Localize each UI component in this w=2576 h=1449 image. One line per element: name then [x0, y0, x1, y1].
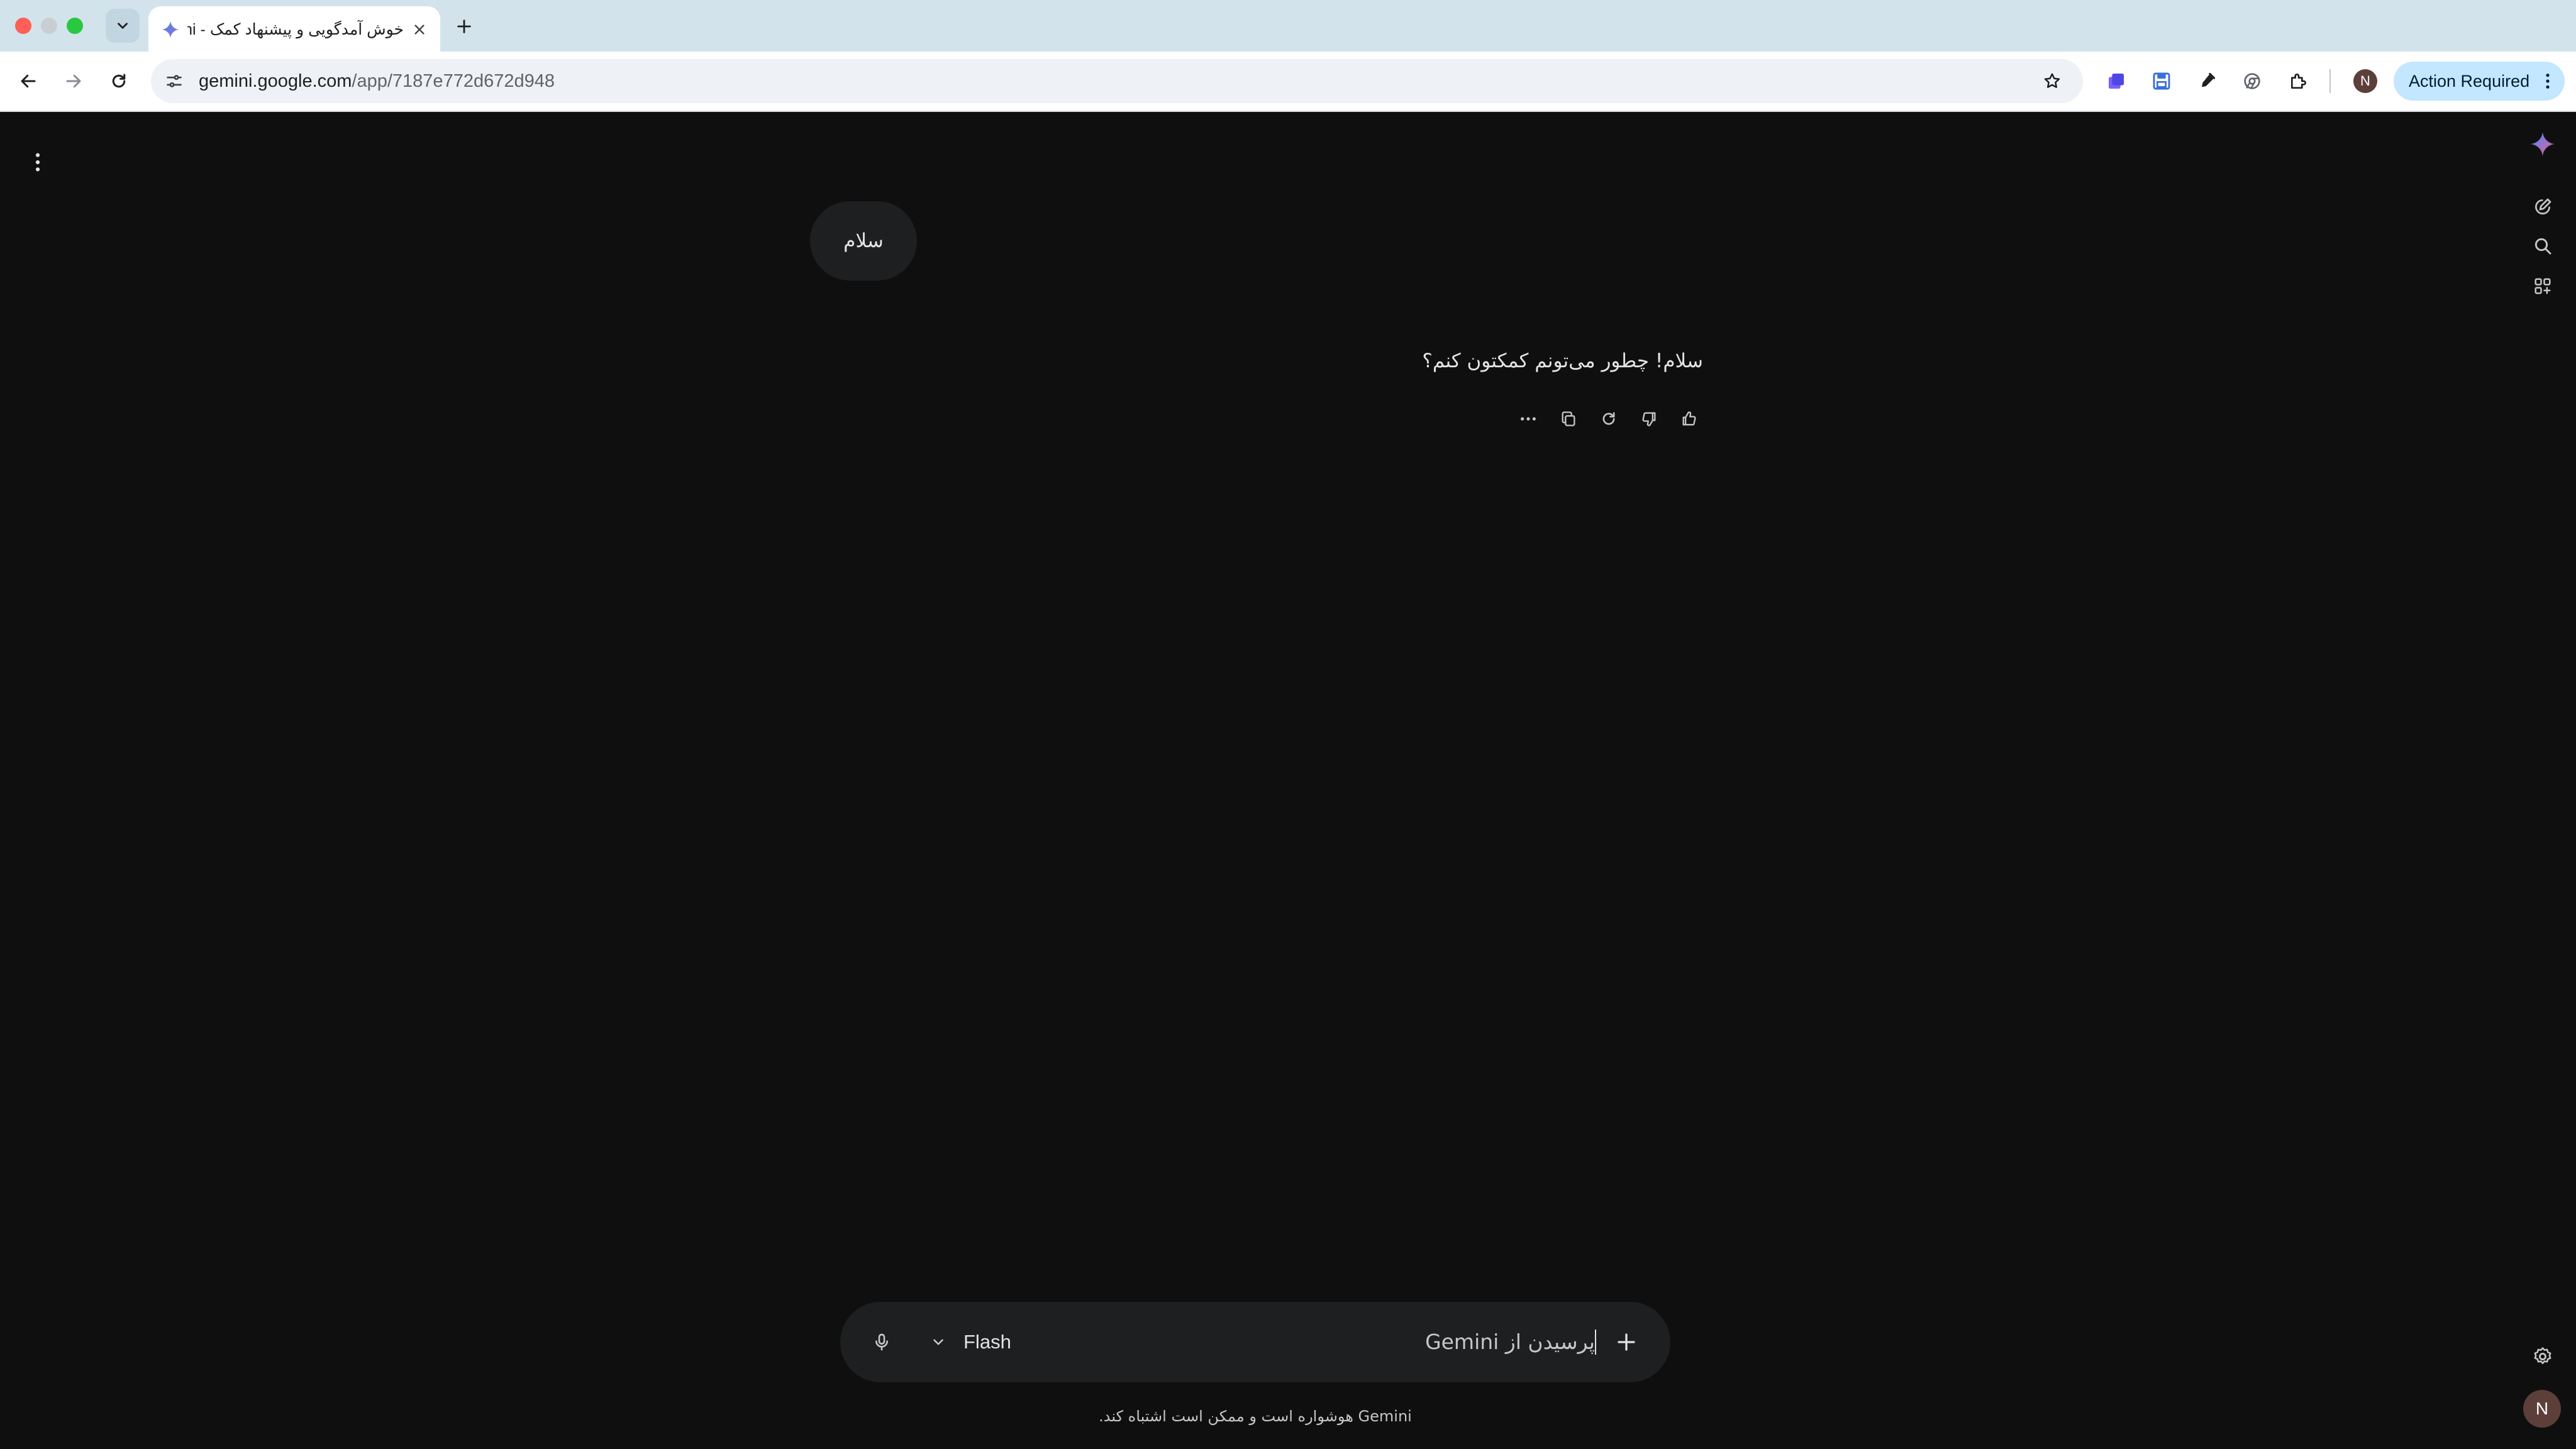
chevron-down-icon	[118, 23, 128, 29]
mic-icon	[875, 1333, 888, 1351]
bookmark-button[interactable]	[2038, 67, 2067, 96]
back-button[interactable]	[13, 65, 44, 97]
address-bar[interactable]: gemini.google.com/app/7187e772d672d948	[151, 59, 2083, 103]
gemini-favicon-icon	[162, 21, 179, 38]
forward-arrow-icon	[66, 74, 81, 88]
active-tab[interactable]: خوش آمدگویی و پیشنهاد کمک - Gemini	[148, 6, 440, 52]
main-menu-button[interactable]	[25, 137, 50, 187]
back-arrow-icon	[21, 74, 36, 88]
reload-button[interactable]	[103, 65, 135, 97]
site-info-button[interactable]	[160, 67, 189, 96]
extensions-menu-button[interactable]	[2283, 65, 2314, 97]
model-picker-label[interactable]: Flash	[963, 1327, 1011, 1357]
plus-icon	[457, 19, 471, 33]
site-info-icon	[167, 75, 182, 87]
pen-icon	[2202, 72, 2216, 87]
url-host: gemini.google.com	[199, 71, 352, 91]
action-required-label: Action Required	[2409, 71, 2530, 91]
chevron-down-icon	[933, 1339, 943, 1345]
thumb-up-icon	[1682, 411, 1696, 426]
plus-icon	[1618, 1333, 1635, 1351]
apps-icon	[2534, 278, 2551, 294]
minimize-window-button[interactable]	[41, 18, 57, 34]
model-picker-toggle[interactable]	[926, 1330, 951, 1355]
account-avatar[interactable]: N	[2523, 1390, 2561, 1428]
star-icon	[2044, 73, 2060, 88]
save-extension-button[interactable]	[2146, 65, 2177, 97]
search-icon	[2534, 238, 2551, 255]
search-button[interactable]	[2529, 233, 2556, 259]
pen-extension-button[interactable]	[2191, 65, 2223, 97]
chrome-lab-icon	[2244, 73, 2260, 89]
browser-toolbar: gemini.google.com/app/7187e772d672d948	[0, 52, 2576, 112]
profile-button[interactable]: N	[2353, 69, 2377, 93]
gemini-app: سلام سلام! چطور می‌تونم کمکتون کنم؟ Flas…	[0, 112, 2576, 1449]
gemini-logo[interactable]	[2529, 131, 2556, 157]
action-required-button[interactable]: Action Required	[2394, 62, 2565, 101]
more-vert-icon	[2546, 74, 2550, 89]
copy-button[interactable]	[1555, 405, 1582, 433]
puzzle-icon	[2291, 74, 2306, 89]
extension-icon	[2109, 74, 2124, 89]
gemini-logo-icon	[2530, 131, 2555, 157]
microphone-button[interactable]	[867, 1327, 897, 1357]
save-icon	[2153, 72, 2170, 90]
add-files-button[interactable]	[1610, 1326, 1643, 1358]
forward-button[interactable]	[58, 65, 89, 97]
more-options-button[interactable]	[1514, 405, 1542, 433]
new-chat-button[interactable]	[2529, 194, 2556, 220]
regenerate-button[interactable]	[1595, 405, 1623, 433]
apps-button[interactable]	[2529, 273, 2556, 299]
tab-strip: خوش آمدگویی و پیشنهاد کمک - Gemini	[0, 0, 2576, 52]
chrome-lab-button[interactable]	[2236, 65, 2268, 97]
more-horiz-icon	[1521, 417, 1536, 421]
more-vert-icon	[35, 153, 40, 172]
text-cursor	[1595, 1330, 1596, 1355]
model-response-text: سلام! چطور می‌تونم کمکتون کنم؟	[1422, 350, 1703, 372]
tab-search-button[interactable]	[106, 9, 140, 43]
regenerate-icon	[1602, 412, 1615, 425]
prompt-composer[interactable]: Flash پرسیدن از Gemini	[840, 1302, 1670, 1382]
url-path: /app/7187e772d672d948	[352, 71, 555, 91]
new-tab-button[interactable]	[450, 13, 478, 40]
settings-icon	[2534, 1347, 2551, 1364]
close-icon	[414, 25, 425, 35]
thumb-down-icon	[1642, 412, 1656, 426]
extension-button-1[interactable]	[2101, 65, 2132, 97]
copy-icon	[1562, 411, 1575, 426]
url-text: gemini.google.com/app/7187e772d672d948	[199, 59, 555, 103]
close-window-button[interactable]	[15, 18, 31, 34]
user-message-bubble: سلام	[810, 201, 917, 280]
tab-title: خوش آمدگویی و پیشنهاد کمک - Gemini	[187, 21, 404, 38]
disclaimer-text: Gemini هوشواره است و ممکن است اشتباه کند…	[1099, 1407, 1412, 1425]
reload-icon	[112, 74, 126, 88]
user-message-text: سلام	[843, 230, 884, 252]
tab-close-button[interactable]	[409, 19, 430, 40]
prompt-input[interactable]: پرسیدن از Gemini	[1425, 1327, 1595, 1357]
maximize-window-button[interactable]	[67, 18, 83, 34]
thumb-down-button[interactable]	[1635, 405, 1663, 433]
toolbar-divider	[2329, 69, 2331, 93]
settings-button[interactable]	[2528, 1342, 2557, 1371]
thumb-up-button[interactable]	[1675, 405, 1703, 433]
new-chat-icon	[2535, 198, 2551, 214]
